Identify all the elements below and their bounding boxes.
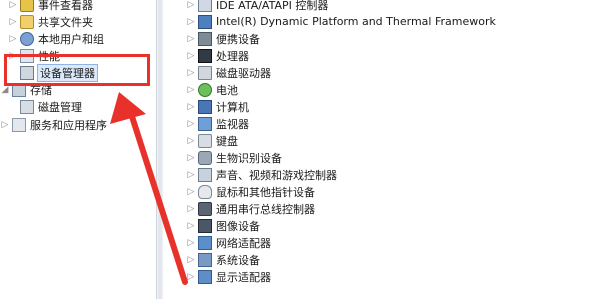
device-category-processor[interactable]: ▷ 处理器 xyxy=(186,47,249,64)
tree-item-local-users[interactable]: ▷ 本地用户和组 xyxy=(8,30,104,47)
device-category-network[interactable]: ▷ 网络适配器 xyxy=(186,234,271,251)
expand-arrow-icon[interactable]: ▷ xyxy=(186,17,196,27)
biometric-icon xyxy=(198,150,212,165)
device-category-label: 显示适配器 xyxy=(216,270,271,284)
device-category-audio[interactable]: ▷ 声音、视频和游戏控制器 xyxy=(186,166,337,183)
portable-device-icon xyxy=(198,31,212,46)
imaging-icon xyxy=(198,218,212,233)
tree-item-label: 服务和应用程序 xyxy=(30,118,107,132)
device-category-keyboard[interactable]: ▷ 键盘 xyxy=(186,132,238,149)
device-category-label: 网络适配器 xyxy=(216,236,271,250)
device-category-imaging[interactable]: ▷ 图像设备 xyxy=(186,217,260,234)
expand-arrow-icon[interactable]: ▷ xyxy=(186,136,196,146)
disk-management-icon xyxy=(20,99,34,114)
device-category-computer[interactable]: ▷ 计算机 xyxy=(186,98,249,115)
expand-arrow-icon[interactable]: ▷ xyxy=(186,187,196,197)
expand-arrow-icon[interactable]: ▷ xyxy=(186,68,196,78)
expand-arrow-icon[interactable]: ▷ xyxy=(8,0,18,10)
monitor-icon xyxy=(198,116,212,131)
ide-controller-icon xyxy=(198,0,212,12)
device-category-label: 声音、视频和游戏控制器 xyxy=(216,168,337,182)
expand-arrow-icon[interactable]: ▷ xyxy=(186,34,196,44)
event-viewer-icon xyxy=(20,0,34,12)
network-adapter-icon xyxy=(198,235,212,250)
device-category-label: Intel(R) Dynamic Platform and Thermal Fr… xyxy=(216,15,496,28)
device-category-system[interactable]: ▷ 系统设备 xyxy=(186,251,260,268)
expand-arrow-icon[interactable]: ▷ xyxy=(186,170,196,180)
device-category-ide[interactable]: ▷ IDE ATA/ATAPI 控制器 xyxy=(186,0,328,13)
expand-arrow-icon[interactable]: ▷ xyxy=(186,238,196,248)
computer-icon xyxy=(198,99,212,114)
device-tree-pane: ▷ IDE ATA/ATAPI 控制器 ▷ Intel(R) Dynamic P… xyxy=(163,0,600,299)
device-category-disk-drive[interactable]: ▷ 磁盘驱动器 xyxy=(186,64,271,81)
collapse-arrow-icon[interactable]: ◢ xyxy=(0,85,10,95)
expand-arrow-icon[interactable]: ▷ xyxy=(186,51,196,61)
mouse-icon xyxy=(198,184,212,199)
device-category-usb[interactable]: ▷ 通用串行总线控制器 xyxy=(186,200,315,217)
device-category-biometric[interactable]: ▷ 生物识别设备 xyxy=(186,149,282,166)
tree-item-shared-folders[interactable]: ▷ 共享文件夹 xyxy=(8,13,93,30)
expand-arrow-icon[interactable]: ▷ xyxy=(186,0,196,10)
expand-arrow-icon[interactable]: ▷ xyxy=(8,17,18,27)
device-category-mouse[interactable]: ▷ 鼠标和其他指针设备 xyxy=(186,183,315,200)
local-users-icon xyxy=(20,31,34,46)
device-category-label: 处理器 xyxy=(216,49,249,63)
device-category-intel[interactable]: ▷ Intel(R) Dynamic Platform and Thermal … xyxy=(186,13,496,30)
expand-arrow-icon[interactable]: ▷ xyxy=(186,85,196,95)
display-adapter-icon xyxy=(198,269,212,284)
expand-arrow-icon[interactable]: ▷ xyxy=(186,153,196,163)
device-category-label: 电池 xyxy=(216,83,238,97)
shared-folder-icon xyxy=(20,14,34,29)
device-category-label: 通用串行总线控制器 xyxy=(216,202,315,216)
device-category-display[interactable]: ▷ 显示适配器 xyxy=(186,268,271,285)
battery-icon xyxy=(198,82,212,97)
device-category-label: 键盘 xyxy=(216,134,238,148)
tree-item-services-apps[interactable]: ▷ 服务和应用程序 xyxy=(0,116,107,133)
expand-arrow-icon[interactable]: ▷ xyxy=(186,221,196,231)
disk-drive-icon xyxy=(198,65,212,80)
intel-icon xyxy=(198,14,212,29)
expand-arrow-icon[interactable]: ▷ xyxy=(186,204,196,214)
tree-item-event-viewer[interactable]: ▷ 事件查看器 xyxy=(8,0,93,13)
usb-icon xyxy=(198,201,212,216)
device-category-battery[interactable]: ▷ 电池 xyxy=(186,81,238,98)
expand-arrow-icon[interactable]: ▷ xyxy=(8,34,18,44)
expand-arrow-icon[interactable]: ▷ xyxy=(0,120,10,130)
device-category-label: IDE ATA/ATAPI 控制器 xyxy=(216,0,329,12)
device-category-label: 磁盘驱动器 xyxy=(216,66,271,80)
services-icon xyxy=(12,117,26,132)
device-category-portable[interactable]: ▷ 便携设备 xyxy=(186,30,260,47)
device-category-label: 计算机 xyxy=(216,100,249,114)
tree-item-label: 磁盘管理 xyxy=(38,100,82,114)
expand-arrow-icon[interactable]: ▷ xyxy=(186,255,196,265)
console-tree-pane: ▷ 事件查看器 ▷ 共享文件夹 ▷ 本地用户和组 ▷ 性能 设备管理器 ◢ 存储… xyxy=(0,0,156,299)
device-category-label: 鼠标和其他指针设备 xyxy=(216,185,315,199)
system-device-icon xyxy=(198,252,212,267)
expand-arrow-icon[interactable]: ▷ xyxy=(186,102,196,112)
tree-item-disk-management[interactable]: 磁盘管理 xyxy=(18,98,82,115)
processor-icon xyxy=(198,48,212,63)
audio-icon xyxy=(198,167,212,182)
tree-item-label: 事件查看器 xyxy=(38,0,93,12)
expand-arrow-icon[interactable]: ▷ xyxy=(186,119,196,129)
expand-arrow-icon[interactable]: ▷ xyxy=(186,272,196,282)
device-category-label: 生物识别设备 xyxy=(216,151,282,165)
tree-item-label: 共享文件夹 xyxy=(38,15,93,29)
device-category-monitor[interactable]: ▷ 监视器 xyxy=(186,115,249,132)
highlight-box xyxy=(4,54,150,86)
device-category-label: 系统设备 xyxy=(216,253,260,267)
device-category-label: 图像设备 xyxy=(216,219,260,233)
keyboard-icon xyxy=(198,133,212,148)
device-category-label: 监视器 xyxy=(216,117,249,131)
device-category-label: 便携设备 xyxy=(216,32,260,46)
tree-item-label: 本地用户和组 xyxy=(38,32,104,46)
